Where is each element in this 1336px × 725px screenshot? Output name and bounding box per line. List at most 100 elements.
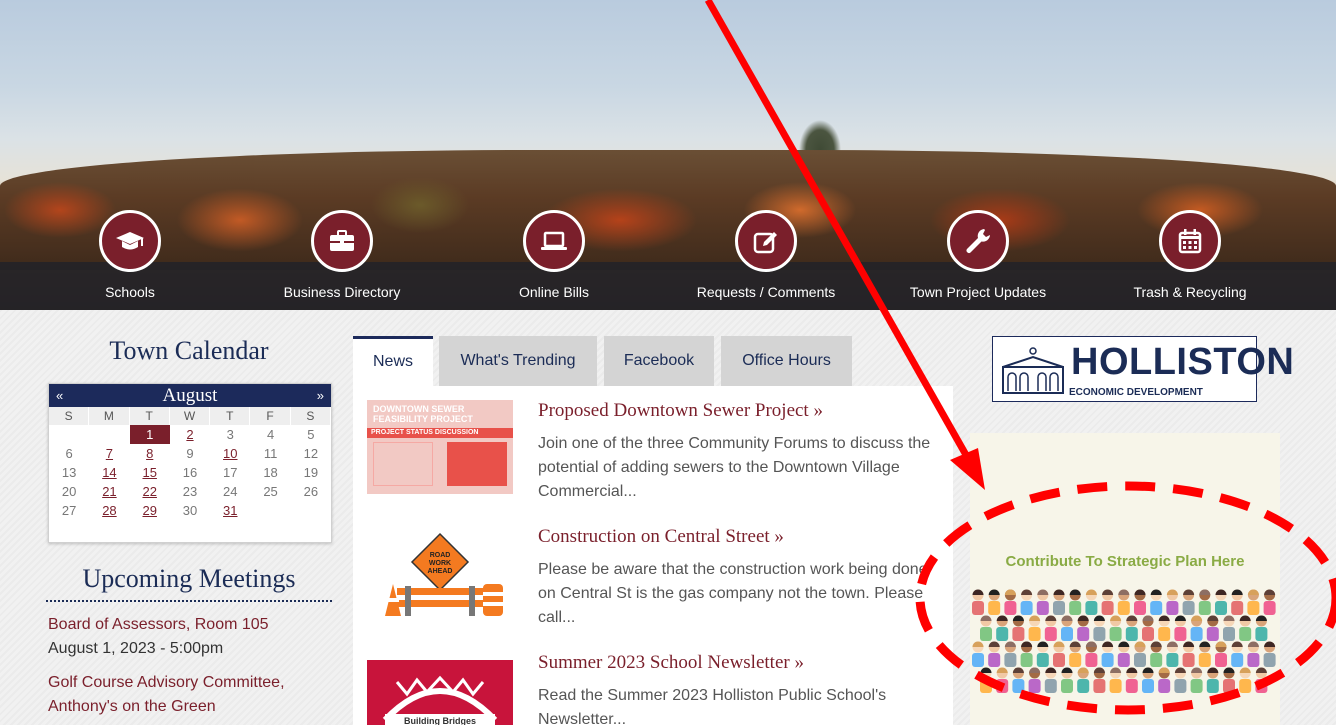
calendar-day[interactable]: 2 [170,425,210,444]
crowd-person [1044,615,1057,641]
meeting-item[interactable]: Golf Course Advisory Committee, Anthony'… [48,671,338,719]
crowd-person [972,641,984,667]
crowd-person [1134,589,1146,615]
crowd-person [1166,641,1179,667]
crowd-person [980,615,992,641]
calendar-day[interactable]: 7 [89,444,129,463]
meeting-location: Anthony's on the Green [48,698,216,715]
news-title[interactable]: Summer 2023 School Newsletter » [538,652,804,674]
newsletter-image[interactable]: Building Bridges [367,660,513,725]
crowd-person [1036,641,1049,667]
town-calendar: « August » S M T W T F S 1 2 3 4 5 6 7 8 9 10 11 12 13 14 15 1… [48,383,332,543]
crowd-person [1247,589,1260,615]
nav-business-directory[interactable]: Business Directory [242,210,442,310]
crowd-person [1166,589,1179,615]
road-sign-text: ROAD WORK AHEAD [427,552,453,575]
nav-requests-comments[interactable]: Requests / Comments [666,210,866,310]
calendar-prev-button[interactable]: « [56,384,63,407]
economic-development-logo[interactable]: HOLLISTON ECONOMIC DEVELOPMENT [992,336,1294,402]
meeting-name[interactable]: Golf Course Advisory Committee, [48,671,338,695]
crowd-person [1117,589,1130,615]
promo-text: Contribute To Strategic Plan Here [1005,553,1245,570]
crowd-person [980,667,992,693]
calendar-day: 25 [263,484,278,499]
nav-label: Online Bills [518,284,590,300]
calendar-day[interactable]: 31 [210,501,250,520]
crowd-person [1198,589,1211,615]
nav-label: Town Project Updates [909,284,1047,300]
crowd-person [1109,667,1122,693]
crowd-person [1239,615,1252,641]
news-title[interactable]: Construction on Central Street » [538,526,784,548]
crowd-person [1125,615,1138,641]
calendar-day: 24 [223,484,238,499]
news-title[interactable]: Proposed Downtown Sewer Project » [538,400,823,422]
crowd-person [1117,641,1130,667]
calendar-title: Town Calendar [109,336,269,365]
calendar-icon [1159,210,1221,272]
nav-schools[interactable]: Schools [30,210,230,310]
crowd-person [1020,589,1033,615]
meeting-name[interactable]: Board of Assessors, Room 105 [48,613,338,637]
crowd-person [1028,667,1041,693]
thumb-subheading: PROJECT STATUS DISCUSSION [367,428,513,438]
calendar-day: 12 [303,446,319,461]
road-work-image[interactable]: ROAD WORK AHEAD [367,526,513,620]
tab-news[interactable]: News [353,336,433,386]
calendar-day[interactable]: 21 [89,482,129,501]
calendar-day[interactable]: 14 [89,463,129,482]
calendar-day[interactable]: 22 [130,482,170,501]
nav-town-project-updates[interactable]: Town Project Updates [878,210,1078,310]
calendar-day: 3 [226,427,234,442]
town-hall-icon [1002,347,1064,394]
crowd-person [1263,641,1276,667]
crowd-person [1004,641,1017,667]
nav-trash-recycling[interactable]: Trash & Recycling [1090,210,1290,310]
crowd-person [1182,589,1195,615]
crowd-person [1061,615,1073,641]
crowd-person [996,667,1009,693]
crowd-person [1134,641,1146,667]
calendar-grid: S M T W T F S 1 2 3 4 5 6 7 8 9 10 11 12 13 14 15 16 17 18 19 20 21… [49,407,331,520]
calendar-day[interactable]: 15 [130,463,170,482]
crowd-person [1020,641,1033,667]
news-thumbnail[interactable]: DOWNTOWN SEWER FEASIBILITY PROJECT PROJE… [367,400,513,494]
crowd-illustration [972,589,1276,693]
news-summary: Read the Summer 2023 Holliston Public Sc… [538,687,887,725]
calendar-day: 19 [303,465,319,480]
calendar-day: 11 [263,446,278,461]
crowd-person [1190,615,1203,641]
hero-banner: Schools Business Directory Online Bills … [0,0,1336,310]
calendar-day[interactable]: 28 [89,501,129,520]
crowd-person [1150,641,1163,667]
calendar-weekday: S [290,407,331,425]
crowd-person [1142,615,1154,641]
calendar-next-button[interactable]: » [317,384,324,407]
nav-online-bills[interactable]: Online Bills [454,210,654,310]
crowd-person [1223,667,1235,693]
crowd-person [1215,641,1227,667]
calendar-day[interactable]: 8 [130,444,170,463]
wrench-icon [947,210,1009,272]
calendar-day[interactable]: 10 [210,444,250,463]
logo-title: HOLLISTON [1071,341,1295,383]
tab-whats-trending[interactable]: What's Trending [439,336,597,386]
calendar-day: 16 [182,465,198,480]
calendar-weekday: W [169,407,211,425]
meeting-item[interactable]: Board of Assessors, Room 105 August 1, 2… [48,613,338,661]
strategic-plan-banner[interactable]: Contribute To Strategic Plan Here [970,433,1280,725]
crowd-person [1085,641,1098,667]
calendar-day[interactable]: 1 [129,425,170,444]
crowd-person [1077,615,1090,641]
tab-office-hours[interactable]: Office Hours [721,336,852,386]
thumb-decoration [373,442,433,486]
calendar-month: August [162,385,218,406]
news-panel: DOWNTOWN SEWER FEASIBILITY PROJECT PROJE… [353,386,953,725]
crowd-person [996,615,1009,641]
tab-facebook[interactable]: Facebook [604,336,714,386]
calendar-day [89,425,129,444]
calendar-day: 26 [303,484,319,499]
calendar-day[interactable]: 29 [130,501,170,520]
crowd-person [972,589,984,615]
nav-label: Requests / Comments [696,284,836,300]
